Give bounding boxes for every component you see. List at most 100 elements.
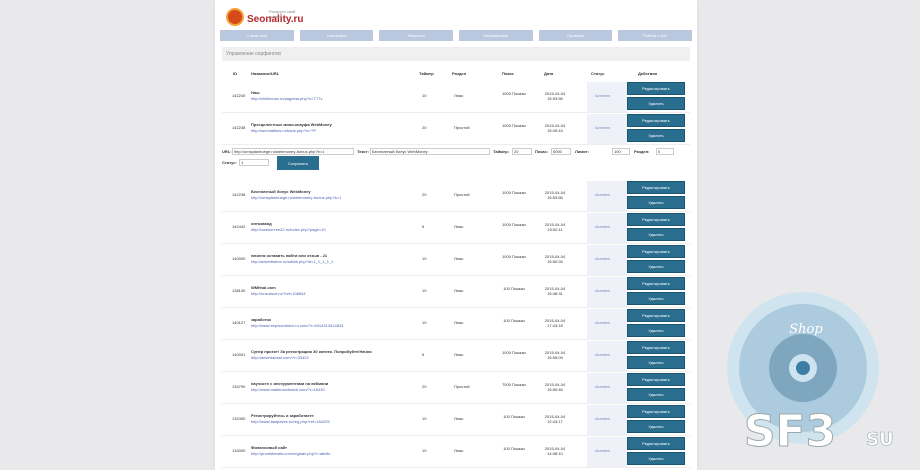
gear-icon [769,334,837,402]
table-row: 142238 Бесплатный бонус WebMoney http://om… [222,180,690,212]
row-url[interactable]: http://voatorr.ree22.ru/index.php?page=1… [251,227,326,232]
delete-button[interactable]: Удалить [627,129,685,142]
row-section: Люкс [454,224,464,229]
delete-button[interactable]: Удалить [627,97,685,110]
timer-field[interactable]: 20 [512,148,532,155]
delete-button[interactable]: Удалить [627,388,685,401]
save-button[interactable]: Сохранить [277,156,319,170]
edit-button[interactable]: Редактировать [627,437,685,450]
delete-button[interactable]: Удалить [627,292,685,305]
limit-field[interactable]: 100 [612,148,630,155]
row-id: 138130 [232,288,246,293]
row-name: Пресцелестные мини-кнауфа WebMoney [251,122,332,127]
row-id: 142238 [232,125,246,130]
row-url[interactable]: http://proofsbearts.com/register.php?r=a… [251,451,331,456]
watermark-tld-text: SU [866,429,894,450]
watermark-badge-icon [727,292,879,444]
url-field[interactable]: http://omsplaniruege.ru/webmoney-bonus.p… [232,148,354,155]
row-status: Активен [595,288,611,293]
edit-button[interactable]: Редактировать [627,181,685,194]
delete-button[interactable]: Удалить [627,356,685,369]
row-shows: 1000 Показы [502,222,526,227]
row-status: Активен [595,448,611,453]
main-nav: Статистика Настройки Финансы Направления… [220,30,693,41]
row-url[interactable]: http://seomatikus.ru/bank.php?n=**P [251,128,316,133]
row-shows: 100 Показы [503,318,525,323]
row-section: Люкс [454,416,464,421]
nav-item-uid[interactable]: Работа с UID [618,30,693,41]
edit-button[interactable]: Редактировать [627,114,685,127]
row-date: 2015-04-04 15:52:11 [544,222,566,232]
table-row: 142238 Пресцелестные мини-кнауфа WebMone… [222,113,690,145]
row-name: Бесплатный бонус WebMoney [251,189,311,194]
row-url[interactable]: http://www.makemuvbwick.com/?r=15420 [251,387,325,392]
row-name: заработок [251,317,271,322]
nav-item-stats[interactable]: Статистика [220,30,294,41]
row-date: 2015-04-04 15:55:09 [544,350,566,360]
row-id: 140127 [232,320,246,325]
watermark-brand-text: SF3 [744,406,836,457]
delete-button[interactable]: Удалить [627,228,685,241]
row-shows: 1000 Показы [502,123,526,128]
row-name: Финансовый сайт [251,445,287,450]
row-id: 132450 [232,416,246,421]
delete-button[interactable]: Удалить [627,324,685,337]
text-field[interactable]: Бесплатный бонус WebMoney [370,148,490,155]
row-url[interactable]: http://advertisboe.ru/adlink.php?id=1_1_… [251,259,333,264]
delete-button[interactable]: Удалить [627,260,685,273]
nav-item-finance[interactable]: Финансы [379,30,454,41]
delete-button[interactable]: Удалить [627,452,685,465]
admin-page: Раскрути свой проект Seonality.ru Статис… [215,0,697,470]
header-section: Раздел [452,71,467,76]
header-id: ID [233,71,237,76]
site-watermark: Shop SF3 SU [727,292,894,458]
row-url[interactable]: http://unsubuzt.ru/?ref=108844 [251,291,306,296]
delete-button[interactable]: Удалить [627,196,685,209]
row-shows: 1000 Показы [502,91,526,96]
row-id: 142240 [232,93,246,98]
row-date: 2015-04-04 15:49:43 [544,123,566,133]
edit-button[interactable]: Редактировать [627,373,685,386]
header-date: Дата [544,71,554,76]
table-header: ID Название/URL Таймер Раздел Показ Дата… [222,69,690,79]
nav-item-rules[interactable]: Правила [538,30,613,41]
row-date: 2015-04-04 15:50:46 [544,382,566,392]
row-timer: 5 [422,224,425,229]
edit-button[interactable]: Редактировать [627,277,685,290]
row-shows: 1000 Показы [502,254,526,259]
row-shows: 100 Показы [503,414,525,419]
table-row: 142240 Няш http://chilihouse.ru/pagebar.… [222,81,690,113]
row-status: Активен [595,93,611,98]
text-label: Текст: [357,149,369,154]
row-id: 142442 [232,224,246,229]
section-title: Управление серфингом [222,47,690,61]
row-url[interactable]: http://omsplaniruege.ru/webmoney-bonus.p… [251,195,341,200]
header-status: Статус [591,71,605,76]
table-row: 134000 Финансовый сайт http://proofsbearts… [222,436,690,468]
nav-item-settings[interactable]: Настройки [299,30,374,41]
row-url[interactable]: http://advertabest.com/?r=33422 [251,355,309,360]
edit-button[interactable]: Редактировать [627,213,685,226]
delete-button[interactable]: Удалить [627,420,685,433]
edit-button[interactable]: Редактировать [627,341,685,354]
row-url[interactable]: http://chilihouse.ru/pagebar.php?x=TT7v [251,96,323,101]
edit-button[interactable]: Редактировать [627,82,685,95]
edit-button[interactable]: Редактировать [627,309,685,322]
edit-button[interactable]: Редактировать [627,405,685,418]
edit-button[interactable]: Редактировать [627,245,685,258]
row-shows: 1000 Показы [502,350,526,355]
table-row: 140127 заработок http://www.bepwordmkvl.ru… [222,308,690,340]
status-field[interactable]: 1 [239,159,269,166]
row-name: начнем оставить найти или отзыв - 21 [251,253,328,258]
shows-field[interactable]: 5000 [551,148,571,155]
nav-item-directions[interactable]: Направления [459,30,533,41]
row-status: Активен [595,320,611,325]
site-logo[interactable]: Раскрути свой проект Seonality.ru [226,6,346,28]
row-section: Люкс [454,288,464,293]
row-section: Простой [454,192,470,197]
section-field[interactable]: 0 [656,148,674,155]
row-status: Активен [595,256,611,261]
row-date: 2015-04-04 15:50:26 [544,254,566,264]
row-url[interactable]: http://www.bepwordmkvl.ru.com/?r=6414313… [251,323,343,328]
row-url[interactable]: http://www.fastpaves.ru/reg.php?ref=1842… [251,419,330,424]
